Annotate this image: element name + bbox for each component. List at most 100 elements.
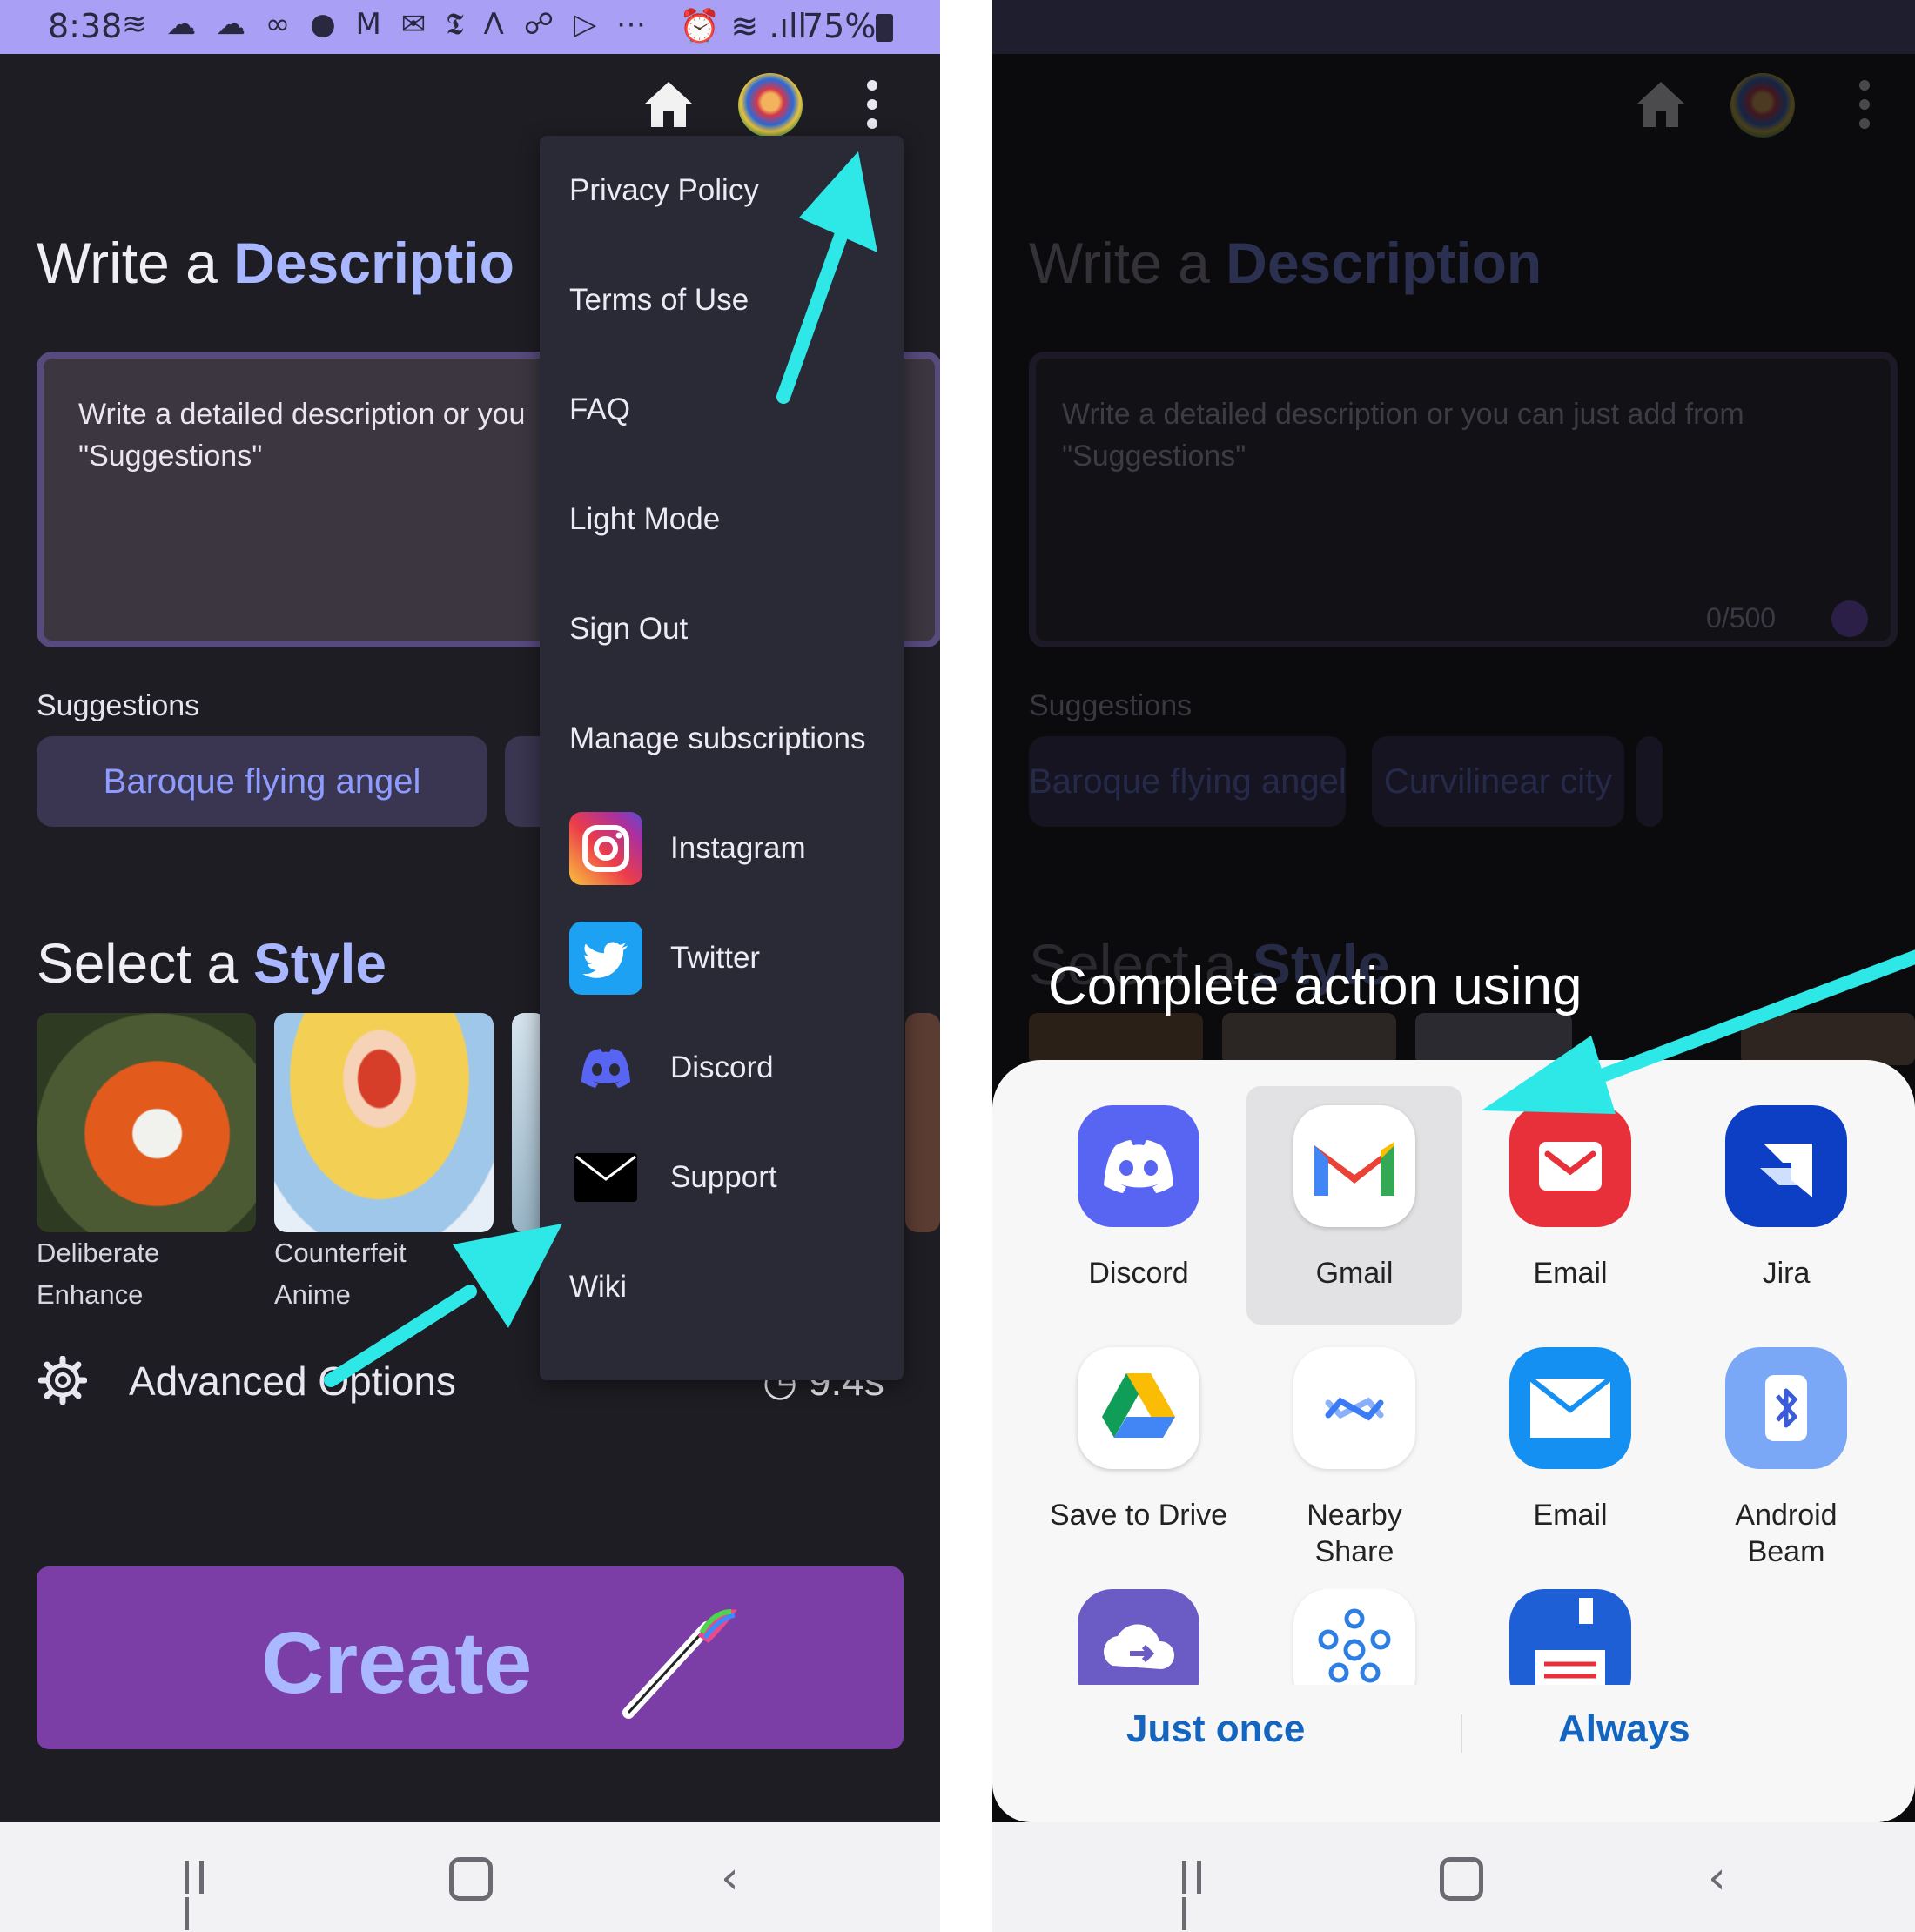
app-android-beam[interactable]: Android Beam [1678,1347,1894,1570]
app-nearby-share[interactable]: Nearby Share [1246,1347,1462,1570]
share-sheet: Discord Gmail Email Jira Save to Drive N… [992,1060,1915,1822]
app-email-samsung[interactable]: Email [1462,1105,1678,1291]
app-label: Nearby Share [1307,1499,1402,1568]
menu-item-manage-subscriptions[interactable]: Manage subscriptions [569,684,900,794]
app-gmail[interactable]: Gmail [1246,1105,1462,1291]
suggestion-chip: Baroque flying angel [1029,736,1347,827]
style-caption-line: Enhance [37,1279,144,1310]
suggestion-chip-partial [1636,736,1663,827]
app-label: Gmail [1315,1257,1394,1290]
mail-icon [569,1141,642,1214]
menu-item-twitter[interactable]: Twitter [569,903,900,1013]
app-partial-cloud[interactable] [1031,1589,1246,1685]
gear-icon[interactable] [38,1356,87,1405]
advanced-options-button[interactable]: Advanced Options [129,1358,456,1405]
recents-icon[interactable] [185,1861,223,1930]
info-icon [1831,600,1868,637]
style-caption: Counterfeit Anime [274,1232,407,1316]
page-title: Write a Description [1029,230,1542,296]
style-thumb-dim [1029,1013,1203,1065]
instagram-icon [569,812,642,885]
user-avatar[interactable] [738,73,803,138]
discord-icon [569,1031,642,1104]
jira-icon [1725,1105,1847,1227]
style-thumb-anime[interactable] [274,1013,494,1232]
suggestions-label: Suggestions [37,689,200,722]
menu-item-label: Instagram [670,831,806,865]
notification-icons: ≋ ☁ ☁ ∞ ● M ✉ 𝕿 Λ ☍ ▷ ⋯ [122,7,651,42]
title-prefix: Write a [37,231,234,295]
description-placeholder: Write a detailed description or you can … [1062,398,1744,473]
menu-item-wiki[interactable]: Wiki [569,1232,900,1342]
bluetooth-icon [1725,1347,1847,1469]
char-counter: 0/500 [1706,602,1777,634]
style-title-highlight: Style [253,932,386,995]
style-caption: Deliberate Enhance [37,1232,159,1316]
nav-bar: ‹ [0,1822,940,1932]
nav-bar: ‹ [992,1822,1915,1932]
network-icon [1293,1589,1415,1685]
home-icon[interactable] [641,78,696,131]
page-title: Write a Descriptio [37,230,514,296]
menu-item-terms-of-use[interactable]: Terms of Use [569,245,900,355]
app-label: Discord [1088,1257,1189,1290]
app-partial-connect[interactable] [1246,1589,1462,1685]
app-label: Email [1533,1257,1608,1290]
app-label: Email [1533,1499,1608,1532]
suggestion-chip[interactable]: Baroque flying angel [37,736,487,827]
share-sheet-title: Complete action using [1048,956,1582,1016]
menu-item-label: Twitter [670,941,761,975]
title-highlight: Descriptio [233,231,514,295]
menu-item-faq[interactable]: FAQ [569,355,900,465]
back-icon[interactable]: ‹ [1708,1852,1726,1904]
right-screen: Write a Description Write a detailed des… [992,0,1915,1932]
floppy-save-icon [1509,1589,1631,1685]
google-drive-icon [1078,1347,1199,1469]
twitter-icon [569,922,642,995]
app-email-blue[interactable]: Email [1462,1347,1678,1533]
battery-icon [876,14,893,42]
home-nav-icon[interactable] [449,1857,493,1901]
app-label: Android Beam [1735,1499,1838,1568]
title-highlight: Description [1226,231,1542,295]
menu-item-label: Support [670,1160,777,1194]
recents-icon[interactable] [1182,1861,1220,1930]
home-nav-icon[interactable] [1440,1857,1483,1901]
more-vert-icon[interactable] [862,80,883,129]
menu-item-instagram[interactable]: Instagram [569,794,900,903]
menu-item-light-mode[interactable]: Light Mode [569,465,900,574]
style-thumb-dim [1741,1013,1915,1065]
style-section-title: Select a Style [37,931,386,996]
description-input: Write a detailed description or you can … [1029,352,1898,647]
title-prefix: Write a [1029,231,1226,295]
app-label: Jira [1762,1257,1811,1290]
status-bar: 8:38 ≋ ☁ ☁ ∞ ● M ✉ 𝕿 Λ ☍ ▷ ⋯ ⏰ ≋ .ıll 75… [0,0,940,54]
cloud-share-icon [1078,1589,1199,1685]
nearby-share-icon [1293,1347,1415,1469]
more-vert-icon [1854,80,1875,129]
style-thumb-deliberate[interactable] [37,1013,256,1232]
app-save-to-drive[interactable]: Save to Drive [1031,1347,1246,1533]
menu-item-sign-out[interactable]: Sign Out [569,574,900,684]
just-once-button[interactable]: Just once [1126,1707,1305,1751]
gmail-icon [1293,1105,1415,1227]
app-label: Save to Drive [1049,1499,1228,1532]
app-jira[interactable]: Jira [1678,1105,1894,1291]
overflow-menu: Privacy Policy Terms of Use FAQ Light Mo… [540,136,904,1380]
email-icon [1509,1105,1631,1227]
menu-item-support[interactable]: Support [569,1123,900,1232]
discord-icon [1078,1105,1199,1227]
app-discord[interactable]: Discord [1031,1105,1246,1291]
app-partial-save[interactable] [1462,1589,1678,1685]
home-icon [1636,82,1685,127]
user-avatar [1730,73,1795,138]
always-button[interactable]: Always [1558,1707,1690,1751]
style-thumb-partial[interactable] [905,1013,940,1232]
create-button[interactable]: Create [37,1566,904,1749]
back-icon[interactable]: ‹ [721,1852,739,1904]
menu-item-privacy-policy[interactable]: Privacy Policy [569,136,900,245]
status-bar-dim [992,0,1915,54]
button-divider [1461,1714,1462,1753]
left-screen: 8:38 ≋ ☁ ☁ ∞ ● M ✉ 𝕿 Λ ☍ ▷ ⋯ ⏰ ≋ .ıll 75… [0,0,940,1932]
menu-item-discord[interactable]: Discord [569,1013,900,1123]
